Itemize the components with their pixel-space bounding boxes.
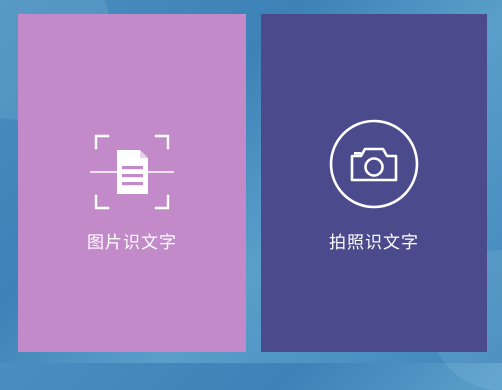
image-to-text-card[interactable]: 图片识文字 bbox=[18, 14, 246, 352]
document-scan-icon bbox=[86, 126, 178, 218]
photo-to-text-label: 拍照识文字 bbox=[329, 233, 419, 253]
document-scan-icon-svg bbox=[90, 134, 174, 210]
camera-flash bbox=[354, 152, 361, 155]
photo-to-text-card[interactable]: 拍照识文字 bbox=[261, 14, 487, 352]
camera-icon bbox=[328, 118, 420, 210]
camera-circle-outline bbox=[329, 119, 419, 209]
document-icon bbox=[117, 150, 148, 194]
camera-icon-svg bbox=[329, 119, 419, 209]
image-to-text-label: 图片识文字 bbox=[87, 233, 177, 253]
